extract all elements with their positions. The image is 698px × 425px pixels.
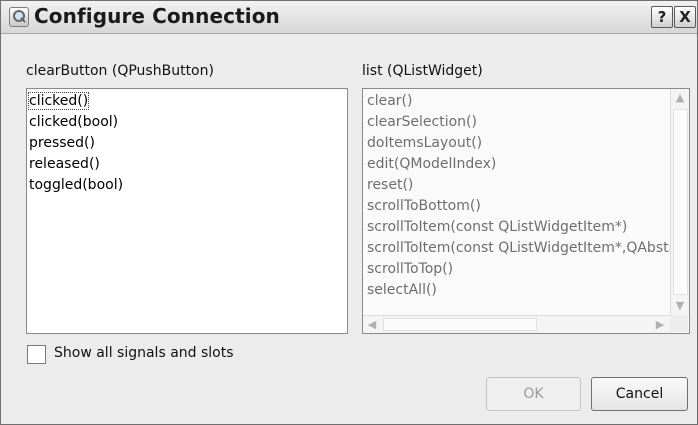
dialog-title: Configure Connection bbox=[34, 4, 280, 28]
title-bar[interactable]: Configure Connection ? X bbox=[1, 1, 697, 34]
signal-item[interactable]: pressed() bbox=[29, 132, 95, 154]
vertical-scrollbar[interactable]: ▲ ▼ bbox=[670, 89, 689, 315]
ok-button[interactable]: OK bbox=[486, 377, 581, 411]
show-all-checkbox[interactable] bbox=[27, 345, 46, 364]
slot-item[interactable]: edit(QModelIndex) bbox=[367, 153, 496, 175]
receiver-label: list (QListWidget) bbox=[362, 63, 483, 79]
signal-item[interactable]: toggled(bool) bbox=[29, 174, 123, 196]
show-all-label[interactable]: Show all signals and slots bbox=[54, 345, 234, 361]
horizontal-scroll-thumb[interactable] bbox=[383, 318, 537, 331]
signal-slot-editor-icon bbox=[9, 7, 29, 27]
slots-list-viewport: clear() clearSelection() doItemsLayout()… bbox=[363, 89, 670, 315]
signal-item[interactable]: released() bbox=[29, 153, 100, 175]
signal-item[interactable]: clicked(bool) bbox=[29, 111, 118, 133]
slot-item[interactable]: scrollToTop() bbox=[367, 258, 453, 280]
signal-item[interactable]: clicked() bbox=[27, 90, 90, 112]
scroll-up-icon[interactable]: ▲ bbox=[671, 89, 689, 107]
slot-item[interactable]: selectAll() bbox=[367, 279, 437, 301]
slot-item[interactable]: clear() bbox=[367, 90, 412, 112]
scrollbar-corner bbox=[670, 315, 688, 332]
scroll-left-icon[interactable]: ◀ bbox=[363, 316, 381, 333]
slot-item[interactable]: doItemsLayout() bbox=[367, 132, 482, 154]
configure-connection-dialog: Configure Connection ? X clearButton (QP… bbox=[0, 0, 698, 425]
vertical-scroll-thumb[interactable] bbox=[673, 109, 688, 295]
slot-item[interactable]: clearSelection() bbox=[367, 111, 477, 133]
slot-item[interactable]: scrollToBottom() bbox=[367, 195, 481, 217]
slot-item[interactable]: scrollToItem(const QListWidgetItem*,QAbs… bbox=[367, 237, 670, 259]
help-button[interactable]: ? bbox=[651, 6, 673, 28]
close-button[interactable]: X bbox=[674, 6, 696, 28]
slot-item[interactable]: reset() bbox=[367, 174, 413, 196]
cancel-button[interactable]: Cancel bbox=[591, 377, 688, 411]
scroll-down-icon[interactable]: ▼ bbox=[671, 297, 689, 315]
slots-list[interactable]: clear() clearSelection() doItemsLayout()… bbox=[362, 88, 690, 334]
signals-list[interactable]: clicked() clicked(bool) pressed() releas… bbox=[26, 88, 348, 334]
horizontal-scrollbar[interactable]: ◀ ▶ bbox=[363, 315, 670, 333]
scroll-right-icon[interactable]: ▶ bbox=[651, 316, 669, 333]
sender-label: clearButton (QPushButton) bbox=[26, 63, 214, 79]
slot-item[interactable]: scrollToItem(const QListWidgetItem*) bbox=[367, 216, 627, 238]
